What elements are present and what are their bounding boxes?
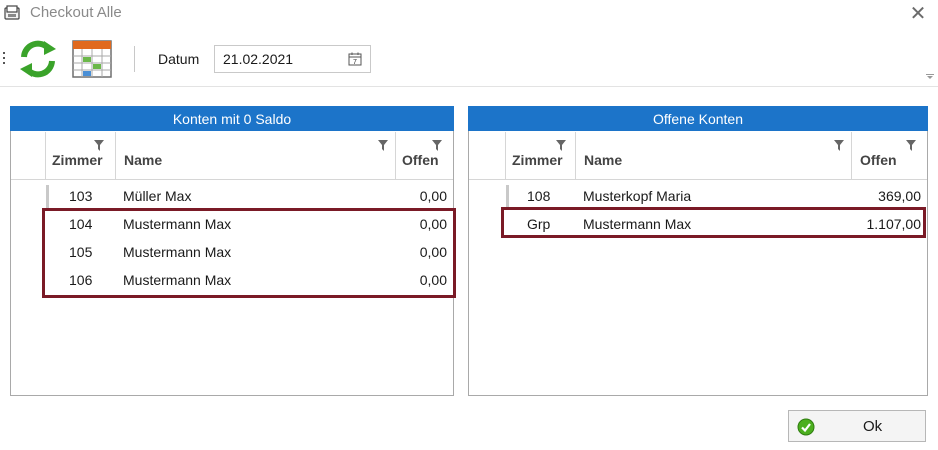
column-name[interactable]: Name bbox=[115, 132, 395, 179]
calendar-icon bbox=[72, 40, 112, 78]
column-zimmer[interactable]: Zimmer bbox=[505, 132, 575, 179]
filter-icon[interactable] bbox=[94, 140, 104, 151]
close-icon: ✕ bbox=[909, 2, 927, 25]
refresh-icon bbox=[20, 40, 56, 78]
date-label: Datum bbox=[158, 51, 200, 67]
toolbar-overflow-icon[interactable] bbox=[926, 74, 934, 80]
column-zimmer[interactable]: Zimmer bbox=[45, 132, 115, 179]
open-accounts-panel: Offene Konten Zimmer Name Offen 108 Must… bbox=[468, 106, 928, 396]
calendar-button[interactable] bbox=[70, 37, 114, 81]
column-offen[interactable]: Offen bbox=[851, 132, 927, 179]
filter-icon[interactable] bbox=[834, 140, 844, 151]
filter-icon[interactable] bbox=[432, 140, 442, 151]
date-field[interactable]: 21.02.2021 7 bbox=[214, 45, 371, 73]
table-row[interactable]: 103 Müller Max 0,00 bbox=[11, 183, 453, 211]
filter-icon[interactable] bbox=[378, 140, 388, 151]
window-app-icon bbox=[4, 5, 20, 20]
ok-label: Ok bbox=[863, 418, 883, 435]
svg-text:7: 7 bbox=[353, 59, 357, 66]
filter-icon[interactable] bbox=[556, 140, 566, 151]
column-offen[interactable]: Offen bbox=[395, 132, 453, 179]
refresh-button[interactable] bbox=[16, 37, 60, 81]
title-bar: Checkout Alle ✕ bbox=[0, 0, 938, 28]
column-header-row: Zimmer Name Offen bbox=[469, 132, 927, 180]
date-value: 21.02.2021 bbox=[223, 51, 294, 67]
highlight-box-right bbox=[501, 207, 926, 238]
toolbar-grip[interactable] bbox=[3, 52, 6, 68]
column-name[interactable]: Name bbox=[575, 132, 851, 179]
close-button[interactable]: ✕ bbox=[904, 0, 932, 26]
ok-check-icon bbox=[797, 418, 815, 436]
toolbar-separator bbox=[134, 46, 135, 72]
panel-header: Konten mit 0 Saldo bbox=[10, 106, 454, 131]
window-title: Checkout Alle bbox=[30, 4, 122, 21]
column-header-row: Zimmer Name Offen bbox=[11, 132, 453, 180]
toolbar-divider bbox=[0, 86, 938, 87]
filter-icon[interactable] bbox=[906, 140, 916, 151]
ok-button[interactable]: Ok bbox=[788, 410, 926, 442]
calendar-small-icon[interactable]: 7 bbox=[348, 52, 362, 66]
highlight-box-left bbox=[42, 208, 456, 298]
panel-header: Offene Konten bbox=[468, 106, 928, 131]
toolbar: Datum 21.02.2021 7 bbox=[0, 32, 938, 86]
